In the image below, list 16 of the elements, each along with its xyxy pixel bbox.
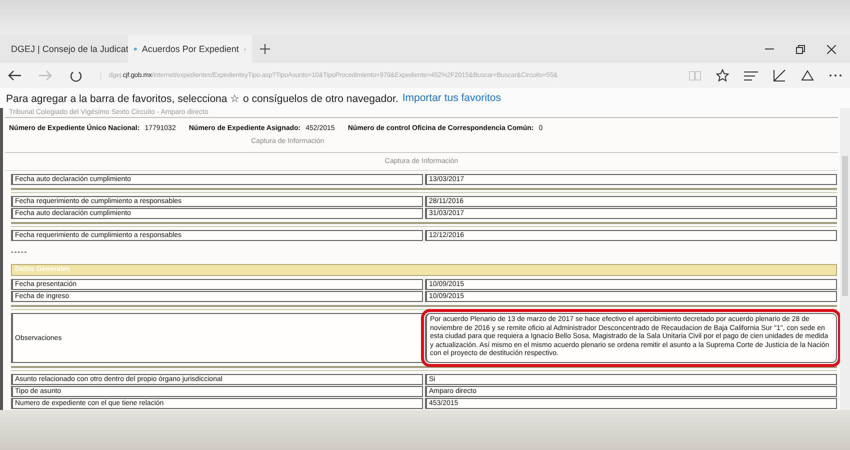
back-icon[interactable]	[8, 70, 21, 81]
favorites-message: Para agregar a la barra de favoritos, selecciona ☆ o consíguelos de otro navegador.	[6, 92, 398, 104]
more-icon[interactable]	[829, 74, 842, 77]
pen-icon[interactable]	[773, 69, 786, 82]
new-tab-icon[interactable]	[260, 44, 270, 54]
star-icon[interactable]	[716, 69, 729, 82]
minimize-icon[interactable]	[765, 48, 774, 50]
close-icon[interactable]	[827, 44, 836, 54]
scrollbar[interactable]	[840, 108, 850, 410]
browser-tab[interactable]: DGEJ | Consejo de la Judicat	[0, 35, 128, 63]
maximize-icon[interactable]	[796, 44, 805, 54]
import-favorites-link[interactable]: Importar tus favoritos	[402, 92, 501, 104]
refresh-icon[interactable]	[70, 70, 82, 82]
share-icon[interactable]	[801, 70, 814, 82]
hub-icon[interactable]	[744, 70, 758, 80]
browser-tab[interactable]: Acuerdos Por Expedient	[128, 35, 252, 63]
